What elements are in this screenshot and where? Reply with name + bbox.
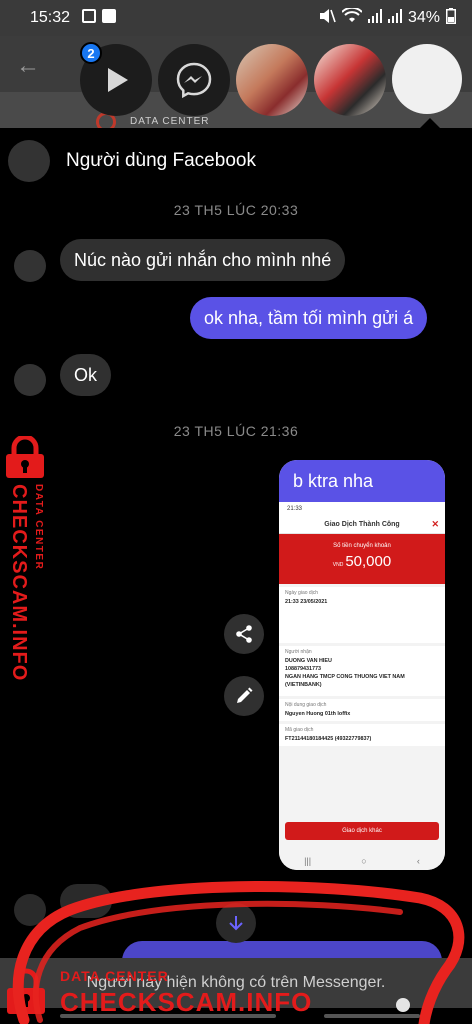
side-watermark: CHECKSCAM.INFO DATA CENTER bbox=[2, 434, 52, 681]
nav-dot bbox=[396, 998, 410, 1012]
recipient-label: Người nhận bbox=[285, 649, 312, 655]
content-label: Nội dung giao dịch bbox=[285, 702, 327, 708]
contact-avatar-2[interactable] bbox=[314, 44, 386, 116]
receipt-time: 21:33 bbox=[287, 506, 303, 512]
sender-avatar bbox=[14, 894, 46, 926]
share-button[interactable] bbox=[224, 614, 264, 654]
battery-percent: 34% bbox=[407, 9, 440, 26]
amount-value: 50,000 bbox=[345, 553, 392, 570]
messenger-chat-head[interactable] bbox=[158, 44, 230, 116]
share-icon bbox=[236, 625, 252, 643]
date-value: 21:33 23/05/2021 bbox=[285, 599, 328, 605]
sender-avatar bbox=[14, 364, 46, 396]
amount-label: Số tiền chuyển khoản bbox=[333, 543, 391, 549]
close-icon: ✕ bbox=[431, 519, 439, 529]
signal-icon bbox=[367, 8, 382, 28]
outgoing-message[interactable]: ok nha, tầm tối mình gửi á bbox=[190, 297, 428, 339]
message-timestamp: 23 TH5 LÚC 21:36 bbox=[173, 423, 299, 439]
panel-pointer bbox=[420, 118, 440, 128]
signal-icon bbox=[387, 8, 402, 28]
battery-icon bbox=[446, 7, 456, 29]
incoming-message[interactable]: Ok bbox=[60, 354, 112, 396]
messenger-icon bbox=[176, 62, 212, 99]
chat-header[interactable]: Người dùng Facebook bbox=[8, 139, 464, 183]
image-message[interactable]: b ktra nha 21:33 Giao Dịch Thành Công ✕ … bbox=[279, 460, 445, 870]
watermark-sub: DATA CENTER bbox=[60, 968, 169, 984]
back-icon: ‹ bbox=[416, 856, 420, 866]
receipt-title: Giao Dịch Thành Công bbox=[324, 521, 400, 528]
download-check-icon bbox=[102, 8, 117, 28]
recipient-account: 108879431773 bbox=[285, 666, 321, 672]
receipt-screenshot[interactable]: 21:33 Giao Dịch Thành Công ✕ Số tiền chu… bbox=[279, 502, 445, 870]
edit-button[interactable] bbox=[224, 676, 264, 716]
mute-icon bbox=[318, 8, 336, 29]
image-caption: b ktra nha bbox=[279, 460, 445, 502]
incoming-message[interactable]: Núc nào gửi nhắn cho mình nhé bbox=[60, 239, 346, 281]
amount-section: Số tiền chuyển khoản VND 50,000 bbox=[279, 534, 445, 584]
unread-badge: 2 bbox=[80, 42, 102, 64]
other-transaction-button: Giao dịch khác bbox=[285, 822, 439, 840]
wifi-icon bbox=[341, 6, 363, 29]
recipient-bank: NGAN HANG TMCP CONG THUONG VIET NAM (VIE… bbox=[285, 674, 405, 688]
incoming-message[interactable] bbox=[60, 884, 112, 918]
contact-avatar[interactable] bbox=[8, 140, 50, 182]
contact-name[interactable]: Người dùng Facebook bbox=[66, 150, 256, 172]
status-time: 15:32 bbox=[30, 9, 71, 26]
status-bar: 15:32 34% bbox=[0, 0, 472, 36]
scroll-down-button[interactable] bbox=[216, 903, 256, 943]
code-label: Mã giao dịch bbox=[285, 727, 314, 733]
arrow-down-icon bbox=[229, 916, 243, 931]
contact-avatar-1[interactable] bbox=[236, 44, 308, 116]
date-label: Ngày giao dịch bbox=[285, 590, 319, 596]
recipient-name: DUONG VAN HIEU bbox=[285, 658, 332, 664]
watermark-brand: CHECKSCAM.INFO bbox=[60, 987, 313, 1017]
lock-icon bbox=[6, 434, 44, 478]
code-value: FT21144180184425 (49322779837) bbox=[285, 736, 372, 742]
play-icon bbox=[108, 68, 128, 92]
lock-icon bbox=[7, 968, 45, 1014]
chat-heads-row bbox=[0, 44, 472, 120]
content-value: Nguyen Huong 01th loffix bbox=[285, 711, 351, 717]
bottom-watermark: DATA CENTER CHECKSCAM.INFO bbox=[4, 968, 311, 1020]
watermark-brand: CHECKSCAM.INFO bbox=[8, 484, 30, 682]
watermark-sub: DATA CENTER bbox=[33, 484, 44, 571]
currency: VND bbox=[332, 562, 344, 568]
home-icon: ○ bbox=[361, 856, 367, 866]
edit-icon bbox=[237, 687, 253, 703]
sender-avatar bbox=[14, 250, 46, 282]
message-timestamp: 23 TH5 LÚC 20:33 bbox=[173, 202, 299, 218]
active-chat-avatar[interactable] bbox=[392, 44, 462, 114]
scroll-indicator bbox=[324, 1014, 420, 1018]
image-icon bbox=[82, 8, 97, 28]
recents-icon: ||| bbox=[304, 856, 312, 866]
phone-nav-bar: ||| ○ ‹ bbox=[279, 852, 445, 870]
